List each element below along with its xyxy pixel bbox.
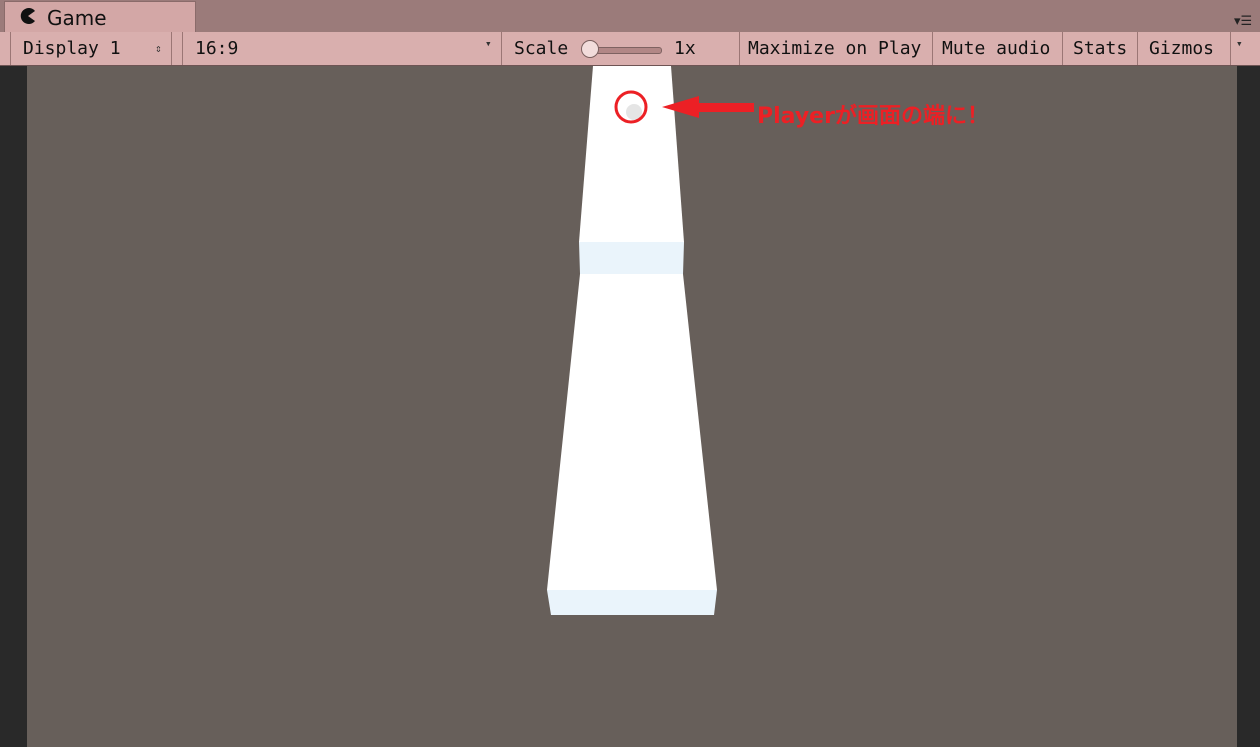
platform-front-face xyxy=(547,590,717,615)
platform-joint xyxy=(579,242,684,274)
scale-slider-thumb[interactable] xyxy=(581,40,599,58)
dropdown-arrow-icon: ▾ xyxy=(485,37,492,50)
tab-game[interactable]: Game xyxy=(4,1,196,32)
annotation-arrow-shaft xyxy=(697,103,754,112)
game-scene xyxy=(547,66,754,615)
tab-title: Game xyxy=(47,6,107,30)
maximize-on-play-label: Maximize on Play xyxy=(748,38,922,59)
game-toolbar: Display 1 ⇕ 16:9 ▾ Scale 1x Maximize on … xyxy=(0,32,1260,66)
up-down-icon: ⇕ xyxy=(155,42,162,55)
mute-audio-label: Mute audio xyxy=(942,38,1051,59)
gizmos-dropdown[interactable]: ▾ xyxy=(1231,32,1253,65)
stats-label: Stats xyxy=(1073,38,1128,59)
dropdown-arrow-icon: ▾ xyxy=(1236,37,1243,50)
gizmos-button[interactable]: Gizmos xyxy=(1138,32,1231,65)
mute-audio-button[interactable]: Mute audio xyxy=(933,32,1063,65)
tab-bar: Game ▾☰ xyxy=(0,0,1260,33)
scale-label: Scale xyxy=(514,38,569,59)
annotation-label: Playerが画面の端に！ xyxy=(757,104,989,129)
display-label: Display 1 xyxy=(23,38,121,59)
scale-slider-track[interactable] xyxy=(590,47,662,54)
gizmos-label: Gizmos xyxy=(1149,38,1215,59)
game-view[interactable] xyxy=(27,66,1237,747)
display-dropdown[interactable]: Display 1 ⇕ xyxy=(10,32,172,65)
platform-segment-near xyxy=(547,274,717,590)
stats-button[interactable]: Stats xyxy=(1063,32,1138,65)
aspect-dropdown[interactable]: 16:9 ▾ xyxy=(182,32,502,65)
scale-value: 1x xyxy=(674,38,696,59)
game-viewport xyxy=(0,66,1260,747)
pacman-icon xyxy=(20,8,35,24)
aspect-label: 16:9 xyxy=(195,38,239,59)
maximize-on-play-button[interactable]: Maximize on Play xyxy=(740,32,933,65)
